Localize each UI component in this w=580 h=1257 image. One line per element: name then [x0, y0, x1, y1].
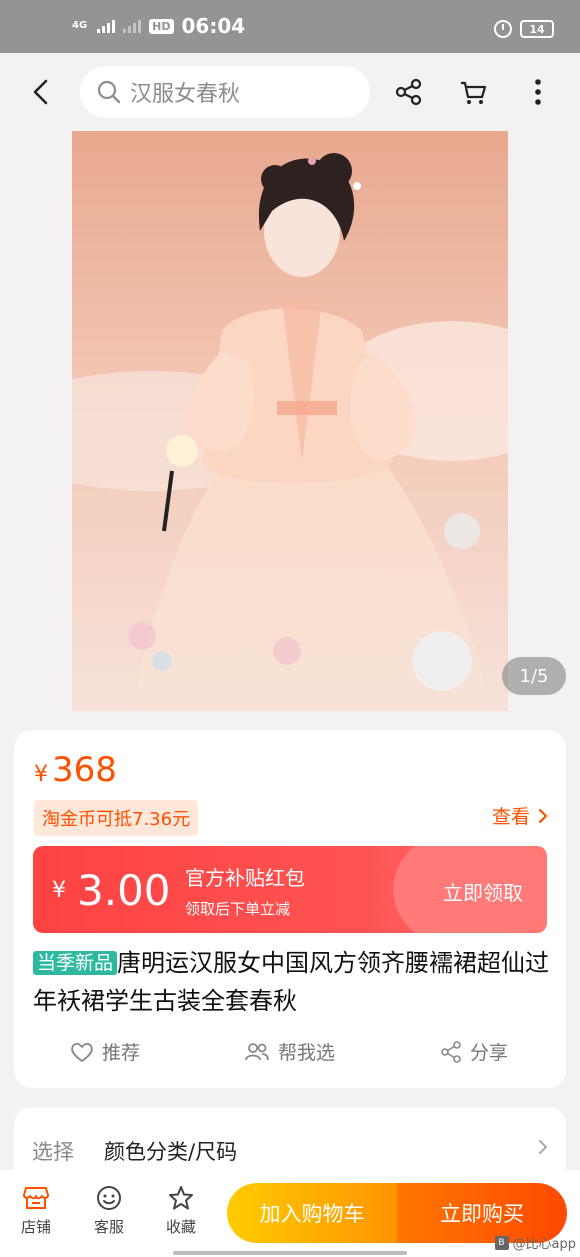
signal-icon	[97, 19, 116, 33]
search-placeholder: 汉服女春秋	[130, 82, 241, 107]
store-icon	[23, 1187, 49, 1209]
view-link[interactable]: 查看	[492, 802, 548, 829]
product-image[interactable]	[72, 131, 508, 711]
search-input[interactable]: 汉服女春秋	[80, 66, 370, 118]
recommend-button[interactable]: 推荐	[70, 1038, 140, 1065]
star-icon	[169, 1186, 193, 1210]
search-icon	[97, 80, 121, 104]
heart-icon	[71, 1042, 93, 1062]
tab-store-label: 店铺	[20, 1218, 51, 1236]
help-choose-label: 帮我选	[278, 1042, 336, 1064]
clock: 06:04	[181, 14, 246, 38]
add-to-cart-button[interactable]: 加入购物车	[227, 1183, 397, 1243]
watermark-text: @比心app	[512, 1237, 576, 1252]
status-bar: 4G HD 06:04 14	[0, 0, 580, 53]
action-row: 推荐 帮我选 分享	[14, 1038, 566, 1068]
product-photo	[72, 131, 508, 711]
share-label: 分享	[470, 1042, 509, 1064]
share-button[interactable]: 分享	[440, 1038, 508, 1065]
share-icon[interactable]	[394, 77, 424, 107]
view-label: 查看	[491, 806, 530, 828]
chevron-right-icon	[538, 808, 548, 823]
cart-icon[interactable]	[458, 77, 488, 107]
select-label: 选择	[32, 1140, 74, 1164]
home-indicator[interactable]	[173, 1251, 407, 1255]
coupon-title: 官方补贴红包	[185, 866, 305, 890]
bottom-bar: 店铺 客服 收藏 加入购物车 立即购买	[0, 1170, 580, 1257]
help-choose-button[interactable]: 帮我选	[244, 1038, 335, 1065]
select-value: 颜色分类/尺码	[104, 1140, 238, 1164]
top-bar: 汉服女春秋	[0, 53, 580, 131]
coupon-banner[interactable]: ¥ 3.00 官方补贴红包 领取后下单立减 立即领取	[33, 846, 547, 933]
new-season-badge: 当季新品	[33, 951, 118, 975]
product-info-card: ¥ 368 淘金币可抵7.36元 查看 ¥ 3.00 官方补贴红包 领取后下单立…	[14, 730, 566, 1088]
network-type: 4G	[72, 20, 88, 31]
people-icon	[245, 1042, 269, 1060]
share-icon	[441, 1040, 461, 1063]
signal-2-icon	[123, 19, 142, 33]
coupon-subtitle: 领取后下单立减	[185, 900, 291, 918]
coin-offer: 淘金币可抵7.36元	[34, 800, 199, 836]
tab-store[interactable]: 店铺	[6, 1184, 66, 1237]
image-page-indicator: 1/5	[502, 657, 566, 695]
coupon-currency: ¥	[52, 878, 66, 903]
tab-service[interactable]: 客服	[79, 1184, 139, 1237]
currency-symbol: ¥	[34, 762, 48, 787]
tab-service-label: 客服	[93, 1218, 124, 1236]
price: ¥ 368	[34, 750, 117, 790]
chevron-right-icon	[539, 1140, 547, 1154]
back-icon[interactable]	[28, 77, 56, 107]
tab-favorite[interactable]: 收藏	[151, 1184, 211, 1237]
coupon-amount: 3.00	[77, 866, 171, 915]
claim-button[interactable]: 立即领取	[443, 877, 523, 906]
recommend-label: 推荐	[102, 1042, 141, 1064]
alarm-icon	[494, 20, 512, 38]
product-title: 当季新品 唐明运汉服女中国风方领齐腰襦裙超仙过年袄裙学生古装全套春秋	[33, 944, 553, 1020]
service-icon	[97, 1186, 121, 1210]
watermark: B @比心app	[494, 1233, 576, 1252]
watermark-logo-icon: B	[494, 1235, 509, 1250]
tab-favorite-label: 收藏	[165, 1218, 196, 1236]
price-amount: 368	[52, 750, 117, 790]
hd-icon: HD	[149, 18, 174, 34]
battery-icon: 14	[520, 20, 554, 38]
more-icon[interactable]	[523, 77, 553, 107]
